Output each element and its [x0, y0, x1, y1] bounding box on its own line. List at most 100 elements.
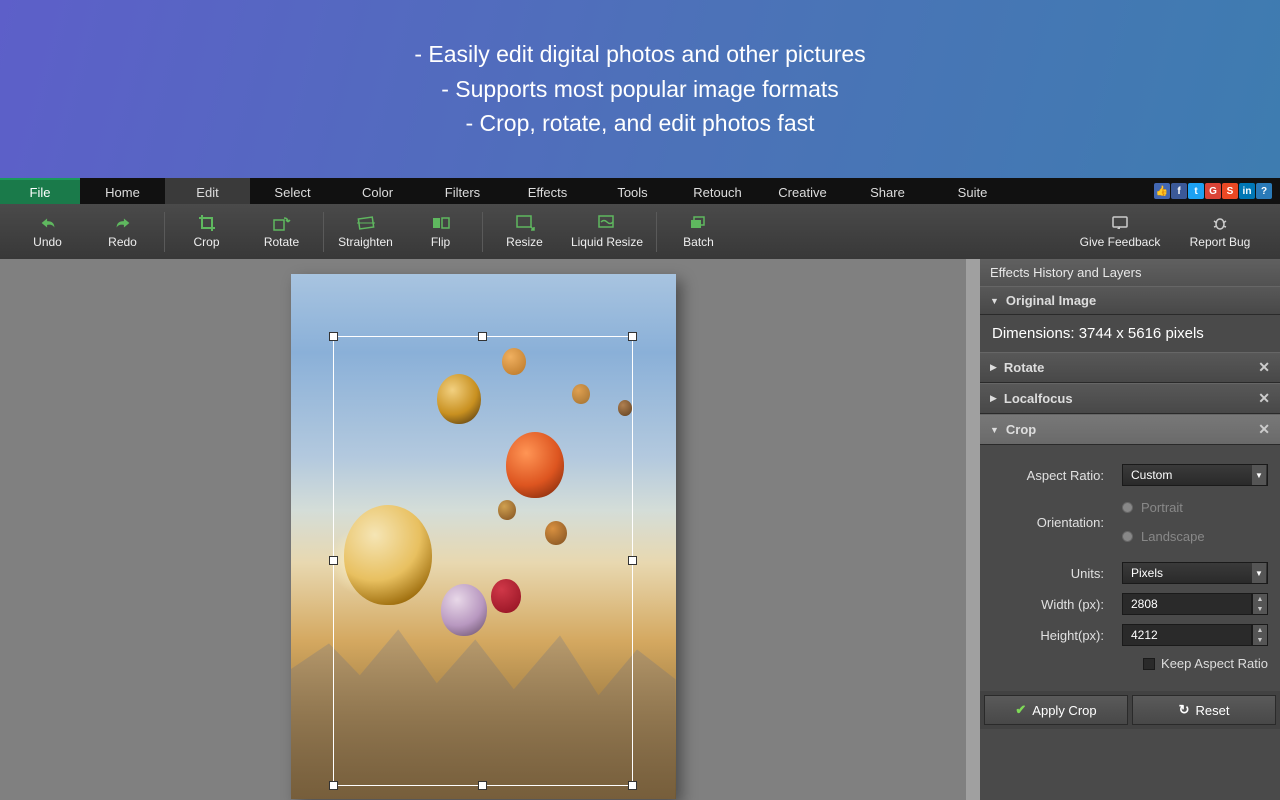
menu-tools[interactable]: Tools [590, 178, 675, 204]
side-panel: Effects History and Layers ▼ Original Im… [980, 259, 1280, 800]
give-feedback-button[interactable]: Give Feedback [1070, 214, 1170, 249]
toolbar-separator [482, 212, 483, 252]
facebook-icon[interactable]: f [1171, 183, 1187, 199]
panel-title: Effects History and Layers [980, 259, 1280, 286]
orientation-portrait-radio[interactable]: Portrait [1122, 500, 1205, 515]
keep-aspect-checkbox[interactable]: Keep Aspect Ratio [992, 656, 1268, 671]
check-icon: ✔ [1015, 702, 1026, 718]
apply-crop-button[interactable]: ✔ Apply Crop [984, 695, 1128, 725]
image-canvas[interactable] [291, 274, 676, 799]
close-icon[interactable]: ✕ [1258, 359, 1270, 376]
menu-bar: File Home Edit Select Color Filters Effe… [0, 178, 1280, 204]
menu-creative[interactable]: Creative [760, 178, 845, 204]
menu-filters[interactable]: Filters [420, 178, 505, 204]
menu-select[interactable]: Select [250, 178, 335, 204]
menu-share[interactable]: Share [845, 178, 930, 204]
crop-handle-s[interactable] [478, 781, 487, 790]
orientation-label: Orientation: [992, 515, 1122, 530]
crop-handle-ne[interactable] [628, 332, 637, 341]
vertical-scrollbar[interactable] [966, 259, 980, 800]
section-localfocus[interactable]: ▶ Localfocus ✕ [980, 383, 1280, 414]
flip-button[interactable]: Flip [403, 204, 478, 259]
resize-icon [515, 214, 535, 232]
apply-crop-label: Apply Crop [1032, 703, 1096, 718]
undo-button[interactable]: Undo [10, 204, 85, 259]
rotate-button[interactable]: Rotate [244, 204, 319, 259]
units-select[interactable]: Pixels ▼ [1122, 562, 1268, 584]
section-crop-label: Crop [1006, 422, 1258, 437]
flip-label: Flip [431, 235, 450, 249]
width-input[interactable]: 2808 [1122, 593, 1252, 615]
straighten-label: Straighten [338, 235, 393, 249]
section-crop[interactable]: ▼ Crop ✕ [980, 414, 1280, 445]
linkedin-icon[interactable]: in [1239, 183, 1255, 199]
height-spinner[interactable]: 4212 ▲▼ [1122, 624, 1268, 646]
orientation-landscape-radio[interactable]: Landscape [1122, 529, 1205, 544]
crop-label: Crop [193, 235, 219, 249]
portrait-label: Portrait [1141, 500, 1183, 515]
crop-handle-sw[interactable] [329, 781, 338, 790]
hero-line-2: - Supports most popular image formats [441, 72, 839, 107]
chevron-down-icon: ▼ [1252, 465, 1266, 485]
crop-button[interactable]: Crop [169, 204, 244, 259]
menu-retouch[interactable]: Retouch [675, 178, 760, 204]
like-icon[interactable]: 👍 [1154, 183, 1170, 199]
report-bug-button[interactable]: Report Bug [1170, 214, 1270, 249]
redo-button[interactable]: Redo [85, 204, 160, 259]
toolbar-separator [164, 212, 165, 252]
section-rotate[interactable]: ▶ Rotate ✕ [980, 352, 1280, 383]
help-icon[interactable]: ? [1256, 183, 1272, 199]
straighten-button[interactable]: Straighten [328, 204, 403, 259]
crop-handle-e[interactable] [628, 556, 637, 565]
spin-up-icon[interactable]: ▲ [1253, 594, 1267, 604]
hero-banner: - Easily edit digital photos and other p… [0, 0, 1280, 178]
aspect-ratio-select[interactable]: Custom ▼ [1122, 464, 1268, 486]
spin-down-icon[interactable]: ▼ [1253, 635, 1267, 645]
crop-handle-se[interactable] [628, 781, 637, 790]
spin-up-icon[interactable]: ▲ [1253, 625, 1267, 635]
report-bug-label: Report Bug [1190, 235, 1251, 249]
canvas-area[interactable] [0, 259, 966, 800]
menu-color[interactable]: Color [335, 178, 420, 204]
height-input[interactable]: 4212 [1122, 624, 1252, 646]
resize-button[interactable]: Resize [487, 204, 562, 259]
crop-actions: ✔ Apply Crop ↻ Reset [980, 691, 1280, 729]
menu-file[interactable]: File [0, 178, 80, 204]
crop-handle-w[interactable] [329, 556, 338, 565]
give-feedback-label: Give Feedback [1080, 235, 1161, 249]
spin-down-icon[interactable]: ▼ [1253, 604, 1267, 614]
crop-handle-n[interactable] [478, 332, 487, 341]
section-localfocus-label: Localfocus [1004, 391, 1258, 406]
menu-edit[interactable]: Edit [165, 178, 250, 204]
liquid-resize-label: Liquid Resize [571, 235, 643, 249]
menu-effects[interactable]: Effects [505, 178, 590, 204]
section-original-image[interactable]: ▼ Original Image [980, 286, 1280, 315]
collapse-icon: ▼ [990, 425, 999, 435]
rotate-icon [272, 214, 292, 232]
width-spinner[interactable]: 2808 ▲▼ [1122, 593, 1268, 615]
reset-button[interactable]: ↻ Reset [1132, 695, 1276, 725]
edit-toolbar: Undo Redo Crop Rotate Straighten Flip Re… [0, 204, 1280, 259]
keep-aspect-label: Keep Aspect Ratio [1161, 656, 1268, 671]
close-icon[interactable]: ✕ [1258, 390, 1270, 407]
menu-suite[interactable]: Suite [930, 178, 1015, 204]
straighten-icon [356, 214, 376, 232]
batch-label: Batch [683, 235, 714, 249]
stumble-icon[interactable]: S [1222, 183, 1238, 199]
expand-icon: ▶ [990, 362, 997, 373]
original-image-body: Dimensions: 3744 x 5616 pixels [980, 315, 1280, 352]
liquid-resize-button[interactable]: Liquid Resize [562, 204, 652, 259]
hero-line-1: - Easily edit digital photos and other p… [414, 37, 865, 72]
redo-label: Redo [108, 235, 137, 249]
twitter-icon[interactable]: t [1188, 183, 1204, 199]
height-label: Height(px): [992, 628, 1122, 643]
batch-button[interactable]: Batch [661, 204, 736, 259]
landscape-label: Landscape [1141, 529, 1205, 544]
crop-handle-nw[interactable] [329, 332, 338, 341]
close-icon[interactable]: ✕ [1258, 421, 1270, 438]
toolbar-separator [656, 212, 657, 252]
menu-home[interactable]: Home [80, 178, 165, 204]
redo-icon [113, 214, 133, 232]
googleplus-icon[interactable]: G [1205, 183, 1221, 199]
crop-selection[interactable] [333, 336, 633, 786]
